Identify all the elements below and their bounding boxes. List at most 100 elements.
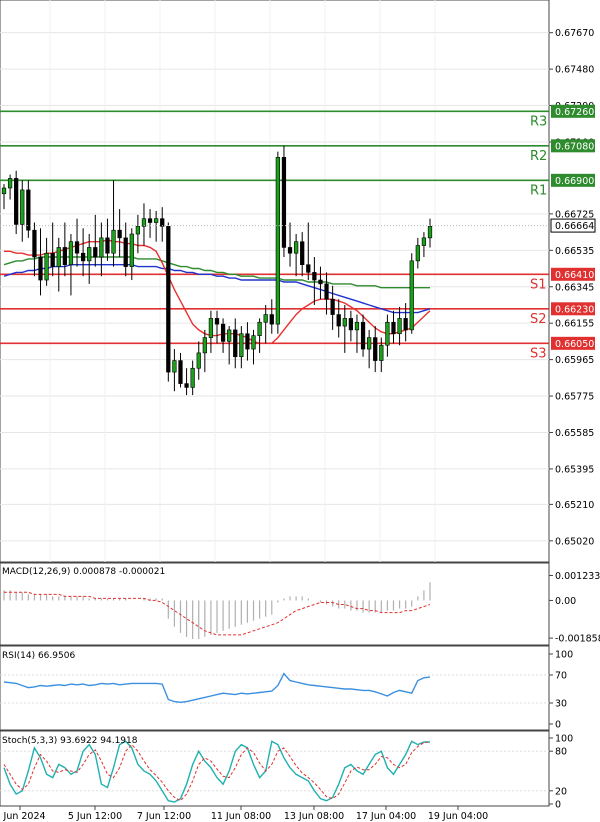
candle-body [172, 360, 177, 373]
candle-body [245, 333, 250, 350]
candle-body [300, 241, 305, 266]
candle-body [318, 279, 323, 285]
candle-body [397, 318, 402, 335]
candle-body [403, 318, 408, 331]
price-panel-border [0, 0, 550, 563]
candle-body [360, 321, 366, 350]
candle-body [1, 187, 7, 195]
candle-body [56, 247, 61, 267]
candle-body [354, 321, 360, 331]
level-name-r2: R2 [530, 149, 547, 164]
candle-body [123, 237, 128, 267]
candle-body [111, 229, 116, 254]
candle-body [391, 321, 396, 335]
rsi-tick-label: 0 [555, 720, 561, 731]
candle-body [196, 352, 201, 369]
candle-body [154, 218, 159, 223]
candle-body [68, 241, 74, 266]
level-price-label-s1: 0.66410 [555, 270, 594, 281]
candle-body [421, 237, 427, 246]
candle-body [178, 360, 183, 384]
x-tick-label: 5 Jun 12:00 [68, 811, 122, 822]
x-tick-label: 13 Jun 08:00 [284, 811, 344, 822]
level-name-r1: R1 [530, 183, 547, 198]
candle-body [257, 321, 262, 336]
price-tick-label: 0.66345 [555, 282, 594, 293]
candle-body [14, 178, 19, 225]
candle-body [214, 318, 220, 325]
macd-tick-label: 0.001233 [555, 571, 600, 582]
candle-body [385, 321, 390, 346]
price-tick-label: 0.65965 [555, 355, 594, 366]
candle-body [184, 383, 189, 388]
candle-body [117, 229, 122, 239]
price-tick-label: 0.66535 [555, 246, 594, 257]
candle-body [293, 241, 299, 254]
price-tick-label: 0.65395 [555, 464, 594, 475]
candle-body [367, 337, 372, 350]
level-name-r3: R3 [530, 114, 547, 129]
forex-chart: 0.676700.674800.672900.671000.667250.665… [0, 0, 600, 822]
candle-body [251, 335, 256, 350]
candle-body [239, 333, 244, 358]
candle-body [38, 256, 43, 281]
rsi-tick-label: 70 [555, 671, 567, 682]
x-tick-label: 11 Jun 08:00 [211, 811, 271, 822]
panel-frames [0, 0, 550, 807]
candle-body [415, 245, 420, 262]
candle-body [190, 367, 195, 388]
price-tick-label: 0.67670 [555, 28, 594, 39]
candle-body [379, 344, 384, 361]
x-tick-label: 17 Jun 04:00 [356, 811, 416, 822]
candle-body [32, 229, 37, 258]
candle-body [50, 252, 55, 267]
candle-body [227, 329, 232, 342]
rsi-tick-label: 100 [555, 650, 573, 661]
candle-body [233, 329, 238, 358]
candle-body [269, 314, 274, 325]
candle-body [7, 178, 13, 189]
level-name-s3: S3 [530, 346, 547, 361]
price-tick-label: 0.65020 [555, 536, 594, 547]
candle-body [62, 247, 67, 266]
stoch-tick-label: 100 [555, 734, 573, 745]
x-tick-label: 19 Jun 04:00 [428, 811, 488, 822]
candle-body [275, 157, 280, 325]
candle-body [348, 318, 354, 331]
candle-body [373, 337, 378, 361]
candle-body [312, 272, 317, 281]
candle-body [427, 226, 433, 239]
stoch-label: Stoch(5,3,3) 93.6922 94.1918 [2, 736, 138, 746]
candle-body [105, 237, 110, 254]
candle-body [306, 264, 311, 273]
candle-body [220, 323, 226, 342]
candle-body [135, 226, 141, 235]
candle-body [287, 247, 293, 254]
candle-body [26, 189, 31, 231]
macd-label: MACD(12,26,9) 0.000878 -0.000021 [2, 567, 165, 577]
level-price-label-r1: 0.66900 [555, 176, 594, 187]
candle-body [44, 252, 49, 281]
candle-body [87, 247, 92, 262]
price-tick-label: 0.67480 [555, 65, 594, 76]
macd-tick-label: 0.00 [555, 596, 576, 607]
level-price-label-r3: 0.67260 [555, 107, 594, 118]
price-tick-label: 0.66155 [555, 319, 594, 330]
price-tick-label: 0.65585 [555, 428, 594, 439]
x-tick-label: 7 Jun 12:00 [137, 811, 191, 822]
candle-body [324, 283, 329, 300]
price-tick-label: 0.65775 [555, 392, 594, 403]
level-name-s1: S1 [530, 277, 547, 292]
candle-body [336, 314, 341, 327]
level-price-label-r2: 0.67080 [555, 141, 594, 152]
candle-body [80, 252, 86, 262]
rsi-tick-label: 30 [555, 699, 567, 710]
candle-body [129, 233, 134, 267]
stoch-tick-label: 0 [555, 800, 561, 811]
candle-body [263, 314, 268, 323]
level-price-label-s3: 0.66050 [555, 339, 594, 350]
candle-body [99, 237, 104, 258]
candle-body [208, 318, 214, 338]
candle-body [330, 298, 335, 315]
rsi-label: RSI(14) 66.9506 [2, 651, 75, 661]
